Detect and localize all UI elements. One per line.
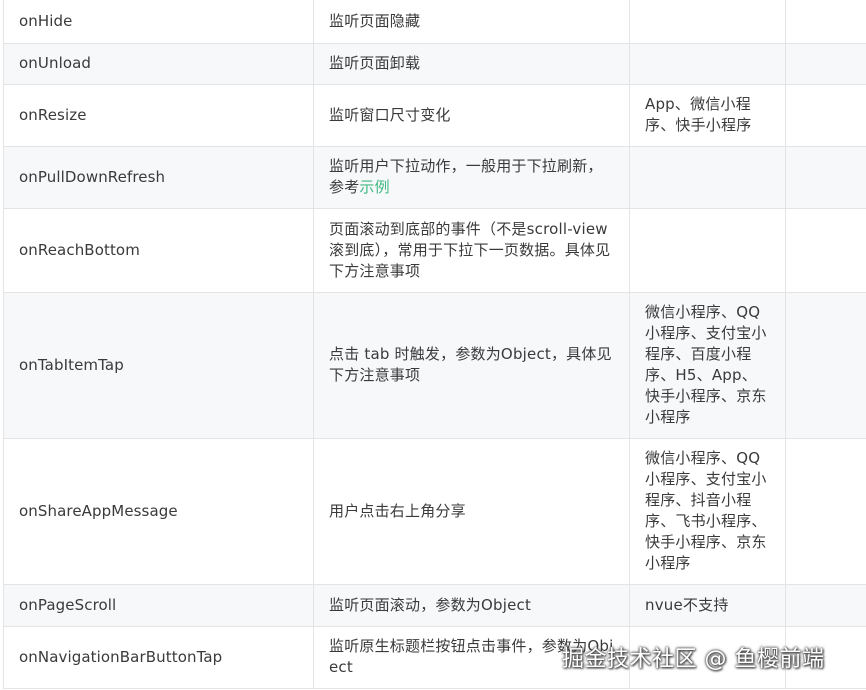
method-platform — [629, 207, 786, 293]
empty-cell — [785, 42, 866, 85]
method-platform: App、微信小程序、快手小程序 — [629, 83, 786, 147]
table-row: onShareAppMessage 用户点击右上角分享 微信小程序、QQ小程序、… — [3, 437, 866, 585]
empty-cell — [785, 437, 866, 585]
table-row: onTabItemTap 点击 tab 时触发，参数为Object，具体见下方注… — [3, 291, 866, 439]
method-platform — [629, 42, 786, 85]
method-description: 监听页面滚动，参数为Object — [313, 583, 630, 627]
table-row: onReachBottom 页面滚动到底部的事件（不是scroll-view滚到… — [3, 207, 866, 293]
watermark: 掘金技术社区 @ 鱼樱前端 — [562, 647, 825, 672]
table-row: onPullDownRefresh 监听用户下拉动作，一般用于下拉刷新，参考示例 — [3, 145, 866, 209]
method-description: 监听窗口尺寸变化 — [313, 83, 630, 147]
method-name: onReachBottom — [3, 207, 314, 293]
method-name: onResize — [3, 83, 314, 147]
method-name: onHide — [3, 0, 314, 44]
method-name: onTabItemTap — [3, 291, 314, 439]
empty-cell — [785, 83, 866, 147]
method-description: 点击 tab 时触发，参数为Object，具体见下方注意事项 — [313, 291, 630, 439]
method-name: onPageScroll — [3, 583, 314, 627]
table-row: onHide 监听页面隐藏 — [3, 0, 866, 44]
method-name: onNavigationBarButtonTap — [3, 625, 314, 689]
example-link[interactable]: 示例 — [359, 178, 389, 196]
method-description: 监听页面卸载 — [313, 42, 630, 85]
method-platform: 微信小程序、QQ小程序、支付宝小程序、抖音小程序、飞书小程序、快手小程序、京东小… — [629, 437, 786, 585]
empty-cell — [785, 145, 866, 209]
api-table: onHide 监听页面隐藏 onUnload 监听页面卸载 onResize 监… — [3, 0, 866, 689]
table-row: onUnload 监听页面卸载 — [3, 42, 866, 85]
method-name: onUnload — [3, 42, 314, 85]
empty-cell — [785, 583, 866, 627]
method-description: 用户点击右上角分享 — [313, 437, 630, 585]
method-platform — [629, 145, 786, 209]
table-row: onPageScroll 监听页面滚动，参数为Object nvue不支持 — [3, 583, 866, 627]
method-platform: 微信小程序、QQ小程序、支付宝小程序、百度小程序、H5、App、快手小程序、京东… — [629, 291, 786, 439]
empty-cell — [785, 0, 866, 44]
method-description: 监听页面隐藏 — [313, 0, 630, 44]
table-row: onResize 监听窗口尺寸变化 App、微信小程序、快手小程序 — [3, 83, 866, 147]
method-platform: nvue不支持 — [629, 583, 786, 627]
empty-cell — [785, 291, 866, 439]
method-name: onShareAppMessage — [3, 437, 314, 585]
method-platform — [629, 0, 786, 44]
method-name: onPullDownRefresh — [3, 145, 314, 209]
method-description: 页面滚动到底部的事件（不是scroll-view滚到底），常用于下拉下一页数据。… — [313, 207, 630, 293]
method-description: 监听用户下拉动作，一般用于下拉刷新，参考示例 — [313, 145, 630, 209]
empty-cell — [785, 207, 866, 293]
